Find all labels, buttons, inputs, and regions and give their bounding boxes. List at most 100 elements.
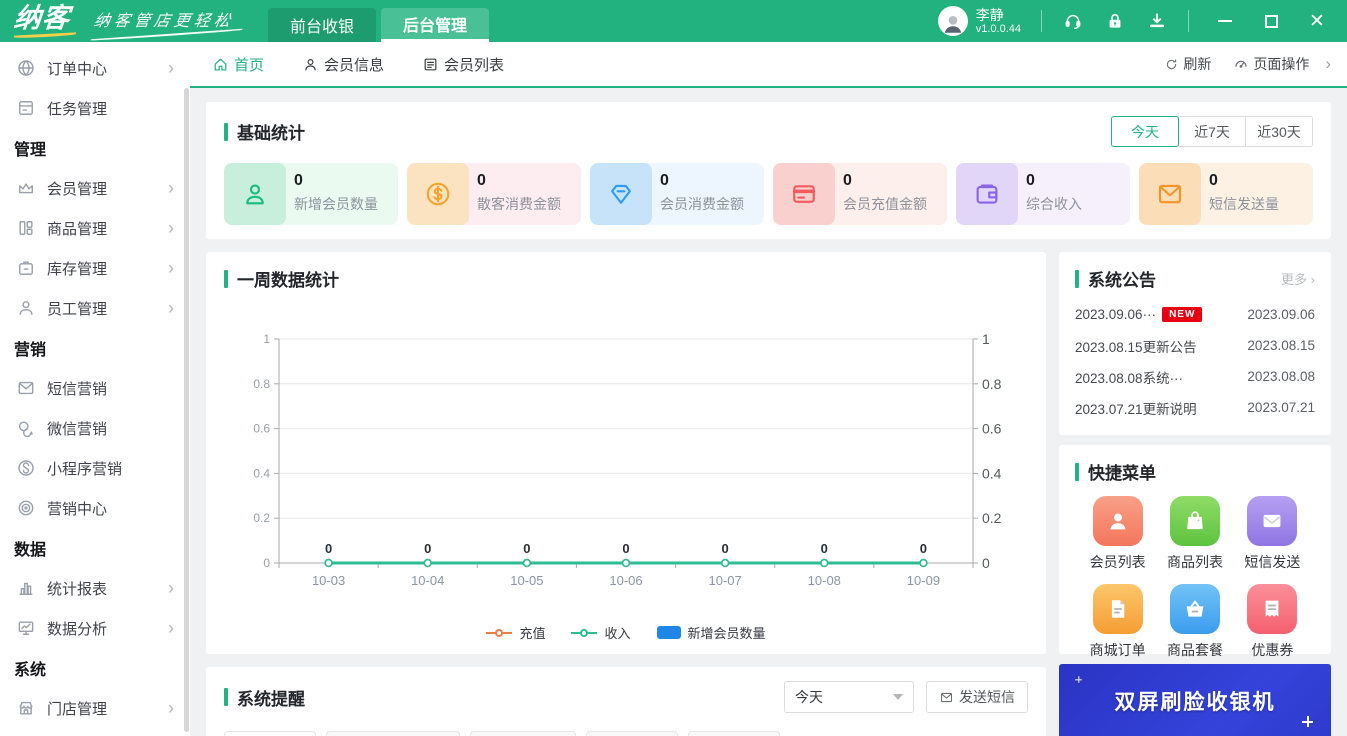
top-nav-cashier[interactable]: 前台收银: [268, 8, 377, 42]
announcement-date: 2023.07.21: [1247, 400, 1315, 415]
quick-menu-label: 商城订单: [1089, 642, 1146, 658]
announcement-row[interactable]: 2023.08.15更新公告 2023.08.15: [1075, 330, 1315, 361]
stat-cards-row: 0 新增会员数量 0 散客消费金额 0 会员消费金额 0 会员充值金额 0 综合收入 0 短信发送量: [224, 163, 1313, 225]
range-button[interactable]: 今天: [1111, 116, 1179, 147]
card-icon: [773, 163, 835, 225]
goods-icon: [16, 218, 36, 238]
envelope-icon: [939, 690, 954, 705]
refresh-label: 刷新: [1183, 56, 1212, 72]
sidebar: 订单中心 › 任务管理 管理 会员管理 › 商品管理 › 库存管理 › 员工管理 › 营销 短信营销 微信营…: [0, 42, 190, 736]
chevron-right-icon[interactable]: ›: [1325, 54, 1331, 74]
reminder-range-select[interactable]: 今天: [784, 681, 914, 713]
sidebar-item[interactable]: 营销中心: [0, 488, 190, 528]
user-account[interactable]: 李静 v1.0.0.44: [937, 6, 1021, 36]
close-button[interactable]: ✕: [1307, 11, 1327, 31]
legend-item[interactable]: 充值: [486, 623, 545, 642]
quick-menu-label: 商品列表: [1166, 554, 1223, 570]
sidebar-item[interactable]: 商品管理 ›: [0, 208, 190, 248]
sidebar-item[interactable]: 库存管理 ›: [0, 248, 190, 288]
quick-menu-item[interactable]: 商品套餐: [1167, 584, 1223, 660]
quick-menu-item[interactable]: 商品列表: [1167, 496, 1223, 572]
announcement-row[interactable]: 2023.09.06··· NEW 2023.09.06: [1075, 299, 1315, 330]
chevron-down-icon: [893, 694, 903, 700]
sidebar-item[interactable]: 小程序营销: [0, 448, 190, 488]
lock-icon[interactable]: [1104, 10, 1126, 32]
quick-menu-label: 短信发送: [1244, 554, 1301, 570]
announcement-title: 2023.09.06··· NEW: [1075, 307, 1239, 322]
svg-text:10-06: 10-06: [609, 573, 642, 588]
tab-会员列表[interactable]: 会员列表: [416, 42, 510, 88]
announcement-row[interactable]: 2023.07.21更新说明 2023.07.21: [1075, 392, 1315, 423]
legend-item[interactable]: 新增会员数量: [656, 623, 766, 642]
stat-card[interactable]: 0 新增会员数量: [224, 163, 398, 225]
close-icon: ✕: [1309, 10, 1325, 32]
home-icon: [212, 56, 229, 73]
svg-text:10-05: 10-05: [510, 573, 543, 588]
quick-menu-item[interactable]: 会员列表: [1090, 496, 1146, 572]
tab-label: 首页: [234, 56, 265, 74]
page-ops-label: 页面操作: [1253, 56, 1310, 72]
svg-text:0: 0: [424, 541, 431, 556]
reminder-controls: 今天 发送短信: [784, 681, 1028, 713]
chart-legend: 充值 收入 新增会员数量: [224, 623, 1028, 642]
stat-card[interactable]: 0 会员充值金额: [773, 163, 947, 225]
sidebar-item[interactable]: 订单中心 ›: [0, 48, 190, 88]
reminder-tabs: 生日提醒 保养时间要到了 会员没钱了 库存不足 快售完了: [224, 731, 1028, 736]
quick-menu-item[interactable]: 优惠券: [1247, 584, 1298, 660]
top-nav: 前台收银 后台管理: [268, 0, 494, 42]
page-ops-button[interactable]: 页面操作: [1233, 54, 1309, 74]
sidebar-scrollbar[interactable]: [184, 88, 189, 732]
svg-text:10-07: 10-07: [709, 573, 742, 588]
legend-item[interactable]: 收入: [571, 623, 631, 642]
reminder-tab[interactable]: 库存不足: [586, 731, 678, 736]
promo-banner-text: 双屏刷脸收银机: [1114, 691, 1276, 714]
sidebar-item[interactable]: 会员管理 ›: [0, 168, 190, 208]
svg-text:0: 0: [982, 555, 990, 571]
more-link[interactable]: 更多 ›: [1281, 269, 1315, 288]
reminder-tab[interactable]: 生日提醒: [224, 731, 316, 736]
svg-text:10-03: 10-03: [312, 573, 345, 588]
reminder-tab[interactable]: 快售完了: [688, 731, 780, 736]
sidebar-item[interactable]: 微信营销: [0, 408, 190, 448]
quick-menu-grid: 会员列表 商品列表 短信发送商城订单 商品套餐 优惠券: [1075, 496, 1315, 660]
sidebar-item-label: 营销中心: [47, 500, 108, 518]
stat-card[interactable]: 0 会员消费金额: [590, 163, 764, 225]
refresh-button[interactable]: 刷新: [1164, 54, 1211, 74]
download-icon[interactable]: [1146, 10, 1168, 32]
tab-label: 会员列表: [444, 56, 505, 74]
stat-label: 新增会员数量: [294, 196, 378, 212]
stat-card[interactable]: 0 短信发送量: [1139, 163, 1313, 225]
promo-banner[interactable]: 双屏刷脸收银机: [1059, 664, 1331, 736]
app-logo: 纳客: [0, 0, 86, 42]
svg-text:0: 0: [622, 541, 629, 556]
open-tabs: 首页 会员信息 会员列表: [206, 42, 536, 88]
range-button[interactable]: 近7天: [1178, 116, 1246, 147]
chevron-right-icon: ›: [168, 298, 174, 318]
sidebar-item[interactable]: 门店管理 ›: [0, 688, 190, 728]
maximize-button[interactable]: [1261, 11, 1281, 31]
quick-menu-item[interactable]: 短信发送: [1244, 496, 1300, 572]
stat-card[interactable]: 0 综合收入: [956, 163, 1130, 225]
sidebar-item[interactable]: 统计报表 ›: [0, 568, 190, 608]
dollar-icon: [407, 163, 469, 225]
range-button[interactable]: 近30天: [1245, 116, 1313, 147]
support-icon[interactable]: [1062, 10, 1084, 32]
reminder-tab[interactable]: 保养时间要到了: [326, 731, 460, 736]
tab-首页[interactable]: 首页: [206, 42, 271, 88]
sidebar-item-label: 员工管理: [47, 300, 108, 318]
send-sms-button[interactable]: 发送短信: [926, 681, 1028, 713]
minimize-button[interactable]: [1215, 11, 1235, 31]
sidebar-item[interactable]: 员工管理 ›: [0, 288, 190, 328]
sidebar-section-label: 系统: [14, 662, 47, 679]
sidebar-item[interactable]: 短信营销: [0, 368, 190, 408]
legend-label: 新增会员数量: [687, 626, 766, 641]
stat-card[interactable]: 0 散客消费金额: [407, 163, 581, 225]
announcement-row[interactable]: 2023.08.08系统··· 2023.08.08: [1075, 361, 1315, 392]
sidebar-item[interactable]: 任务管理: [0, 88, 190, 128]
reminder-tab[interactable]: 会员没钱了: [470, 731, 576, 736]
sidebar-item[interactable]: 数据分析 ›: [0, 608, 190, 648]
announcement-title: 2023.08.08系统···: [1075, 370, 1184, 386]
tab-会员信息[interactable]: 会员信息: [296, 42, 390, 88]
top-nav-backoffice[interactable]: 后台管理: [381, 8, 490, 42]
quick-menu-item[interactable]: 商城订单: [1090, 584, 1146, 660]
